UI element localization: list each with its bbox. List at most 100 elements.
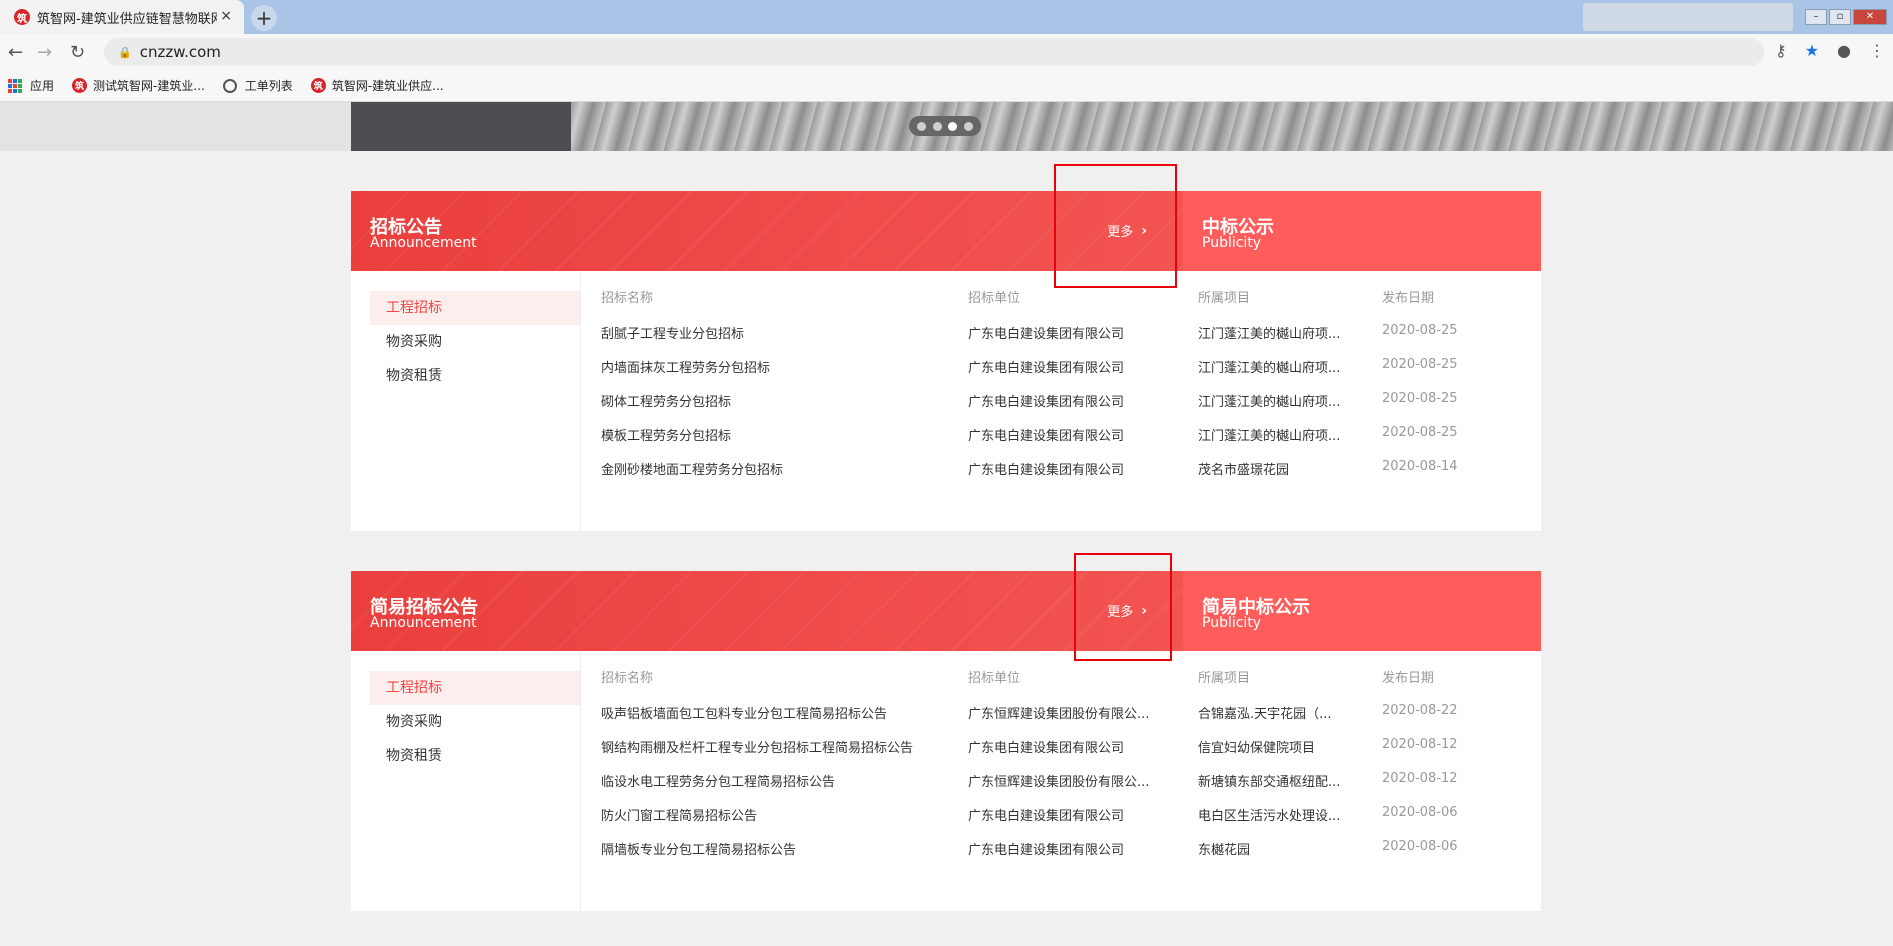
column-header: 所属项目 xyxy=(1198,671,1251,686)
tender-project: 新塘镇东部交通枢纽配... xyxy=(1198,775,1341,790)
table-row[interactable]: 隔墙板专业分包工程简易招标公告 广东电白建设集团有限公司 东樾花园 2020-0… xyxy=(581,839,1541,863)
tender-name-link[interactable]: 金刚砂楼地面工程劳务分包招标 xyxy=(601,459,961,478)
bookmark-star-icon[interactable]: ★ xyxy=(1805,41,1819,60)
table-row[interactable]: 吸声铝板墙面包工包料专业分包工程简易招标公告 广东恒辉建设集团股份有限公... … xyxy=(581,703,1541,727)
tender-name-link[interactable]: 模板工程劳务分包招标 xyxy=(601,425,961,444)
category-leasing[interactable]: 物资租赁 xyxy=(370,739,580,773)
category-materials[interactable]: 物资采购 xyxy=(370,705,580,739)
tender-name-link[interactable]: 吸声铝板墙面包工包料专业分包工程简易招标公告 xyxy=(601,703,961,722)
publicity-subtitle: Publicity xyxy=(1202,235,1262,251)
category-materials[interactable]: 物资采购 xyxy=(370,325,580,359)
publish-date: 2020-08-12 xyxy=(1382,771,1458,786)
url-input[interactable]: 🔒 cnzzw.com xyxy=(104,38,1764,66)
site-favicon-icon: 筑 xyxy=(72,78,88,93)
menu-icon[interactable]: ⋮ xyxy=(1869,41,1885,60)
category-sidebar: 工程招标 物资采购 物资租赁 xyxy=(351,271,581,531)
banner-dark-panel xyxy=(351,102,571,151)
tender-unit: 广东电白建设集团有限公司 xyxy=(968,361,1125,376)
section-subtitle: Announcement xyxy=(370,235,477,251)
tender-name-link[interactable]: 砌体工程劳务分包招标 xyxy=(601,391,961,410)
table-row[interactable]: 防火门窗工程简易招标公告 广东电白建设集团有限公司 电白区生活污水处理设... … xyxy=(581,805,1541,829)
column-header: 发布日期 xyxy=(1382,291,1435,306)
close-tab-icon[interactable]: × xyxy=(220,8,232,24)
section-header: 招标公告 Announcement 更多 › 中标公示 Publicity xyxy=(351,191,1541,271)
tab-title: 筑智网-建筑业供应链智慧物联网 xyxy=(37,11,217,27)
banner-image xyxy=(571,102,1893,151)
section-header: 简易招标公告 Announcement 更多 › 简易中标公示 Publicit… xyxy=(351,571,1541,651)
bookmarks-bar: 应用 筑 测试筑智网-建筑业... 工单列表 筑 筑智网-建筑业供应... xyxy=(0,70,1893,102)
publicity-tab[interactable]: 简易中标公示 Publicity xyxy=(1183,571,1541,651)
section-header-left: 简易招标公告 Announcement 更多 › xyxy=(351,571,1183,651)
category-sidebar: 工程招标 物资采购 物资租赁 xyxy=(351,651,581,911)
tender-name-link[interactable]: 钢结构雨棚及栏杆工程专业分包招标工程简易招标公告 xyxy=(601,737,961,756)
table-row[interactable]: 模板工程劳务分包招标 广东电白建设集团有限公司 江门蓬江美的樾山府项... 20… xyxy=(581,425,1541,449)
carousel-dot-active[interactable] xyxy=(948,121,958,131)
column-header: 招标名称 xyxy=(601,671,654,686)
forward-icon[interactable]: → xyxy=(37,42,52,63)
tender-name-link[interactable]: 隔墙板专业分包工程简易招标公告 xyxy=(601,839,961,858)
bookmark-work-orders[interactable]: 工单列表 xyxy=(222,77,293,94)
column-header: 发布日期 xyxy=(1382,671,1435,686)
table-row[interactable]: 砌体工程劳务分包招标 广东电白建设集团有限公司 江门蓬江美的樾山府项... 20… xyxy=(581,391,1541,415)
tender-project: 江门蓬江美的樾山府项... xyxy=(1198,327,1341,342)
publish-date: 2020-08-12 xyxy=(1382,737,1458,752)
tender-table: 招标名称 招标单位 所属项目 发布日期 刮腻子工程专业分包招标 广东电白建设集团… xyxy=(581,271,1541,531)
category-engineering[interactable]: 工程招标 xyxy=(370,671,580,705)
apps-grid-icon xyxy=(8,78,22,93)
category-leasing[interactable]: 物资租赁 xyxy=(370,359,580,393)
close-window-icon[interactable]: ✕ xyxy=(1853,9,1887,25)
publish-date: 2020-08-06 xyxy=(1382,839,1458,854)
column-header: 招标名称 xyxy=(601,291,654,306)
tender-project: 东樾花园 xyxy=(1198,843,1251,858)
tender-project: 茂名市盛璟花园 xyxy=(1198,463,1290,478)
publish-date: 2020-08-06 xyxy=(1382,805,1458,820)
tender-unit: 广东电白建设集团有限公司 xyxy=(968,463,1125,478)
tender-unit: 广东电白建设集团有限公司 xyxy=(968,741,1125,756)
tender-name-link[interactable]: 刮腻子工程专业分包招标 xyxy=(601,323,961,342)
bookmark-cnzzw[interactable]: 筑 筑智网-建筑业供应... xyxy=(310,77,444,94)
carousel-dot[interactable] xyxy=(917,121,927,131)
reload-icon[interactable]: ↻ xyxy=(70,42,85,63)
minimize-icon[interactable]: – xyxy=(1805,9,1827,25)
column-header: 招标单位 xyxy=(968,291,1021,306)
table-row[interactable]: 金刚砂楼地面工程劳务分包招标 广东电白建设集团有限公司 茂名市盛璟花园 2020… xyxy=(581,459,1541,483)
carousel-dot[interactable] xyxy=(963,121,973,131)
bookmark-test-cnzzw[interactable]: 筑 测试筑智网-建筑业... xyxy=(72,77,205,94)
account-icon[interactable]: ● xyxy=(1837,41,1851,60)
tender-project: 合锦嘉泓.天宇花园（... xyxy=(1198,707,1332,722)
publish-date: 2020-08-25 xyxy=(1382,425,1458,440)
tender-unit: 广东电白建设集团有限公司 xyxy=(968,327,1125,342)
tender-announcement-section: 招标公告 Announcement 更多 › 中标公示 Publicity 工程… xyxy=(351,191,1541,531)
category-engineering[interactable]: 工程招标 xyxy=(370,291,580,325)
back-icon[interactable]: ← xyxy=(8,42,23,63)
browser-tab[interactable]: 筑 筑智网-建筑业供应链智慧物联网 × xyxy=(0,0,244,34)
tender-name-link[interactable]: 防火门窗工程简易招标公告 xyxy=(601,805,961,824)
tender-name-link[interactable]: 临设水电工程劳务分包工程简易招标公告 xyxy=(601,771,961,790)
annotation-highlight-box xyxy=(1074,553,1172,661)
new-tab-button[interactable]: + xyxy=(251,5,277,31)
table-row[interactable]: 临设水电工程劳务分包工程简易招标公告 广东恒辉建设集团股份有限公... 新塘镇东… xyxy=(581,771,1541,795)
carousel-dot[interactable] xyxy=(932,121,942,131)
publish-date: 2020-08-14 xyxy=(1382,459,1458,474)
publicity-tab[interactable]: 中标公示 Publicity xyxy=(1183,191,1541,271)
table-row[interactable]: 内墙面抹灰工程劳务分包招标 广东电白建设集团有限公司 江门蓬江美的樾山府项...… xyxy=(581,357,1541,381)
tender-unit: 广东电白建设集团有限公司 xyxy=(968,395,1125,410)
key-icon[interactable]: ⚷ xyxy=(1775,41,1787,60)
tender-project: 信宜妇幼保健院项目 xyxy=(1198,741,1316,756)
address-bar: ← → ↻ 🔒 cnzzw.com ⚷ ★ ● ⋮ xyxy=(0,34,1893,70)
tender-unit: 广东电白建设集团有限公司 xyxy=(968,429,1125,444)
tender-unit: 广东恒辉建设集团股份有限公... xyxy=(968,775,1150,790)
tender-name-link[interactable]: 内墙面抹灰工程劳务分包招标 xyxy=(601,357,961,376)
site-favicon-icon: 筑 xyxy=(14,9,30,25)
restore-icon[interactable]: ▫ xyxy=(1829,9,1851,25)
table-row[interactable]: 刮腻子工程专业分包招标 广东电白建设集团有限公司 江门蓬江美的樾山府项... 2… xyxy=(581,323,1541,347)
profile-area[interactable] xyxy=(1583,3,1793,31)
bookmark-label: 测试筑智网-建筑业... xyxy=(93,79,205,93)
publicity-subtitle: Publicity xyxy=(1202,615,1262,631)
tender-unit: 广东恒辉建设集团股份有限公... xyxy=(968,707,1150,722)
publish-date: 2020-08-25 xyxy=(1382,391,1458,406)
table-row[interactable]: 钢结构雨棚及栏杆工程专业分包招标工程简易招标公告 广东电白建设集团有限公司 信宜… xyxy=(581,737,1541,761)
tender-project: 电白区生活污水处理设... xyxy=(1198,809,1341,824)
tender-unit: 广东电白建设集团有限公司 xyxy=(968,809,1125,824)
bookmark-apps[interactable]: 应用 xyxy=(8,77,54,94)
